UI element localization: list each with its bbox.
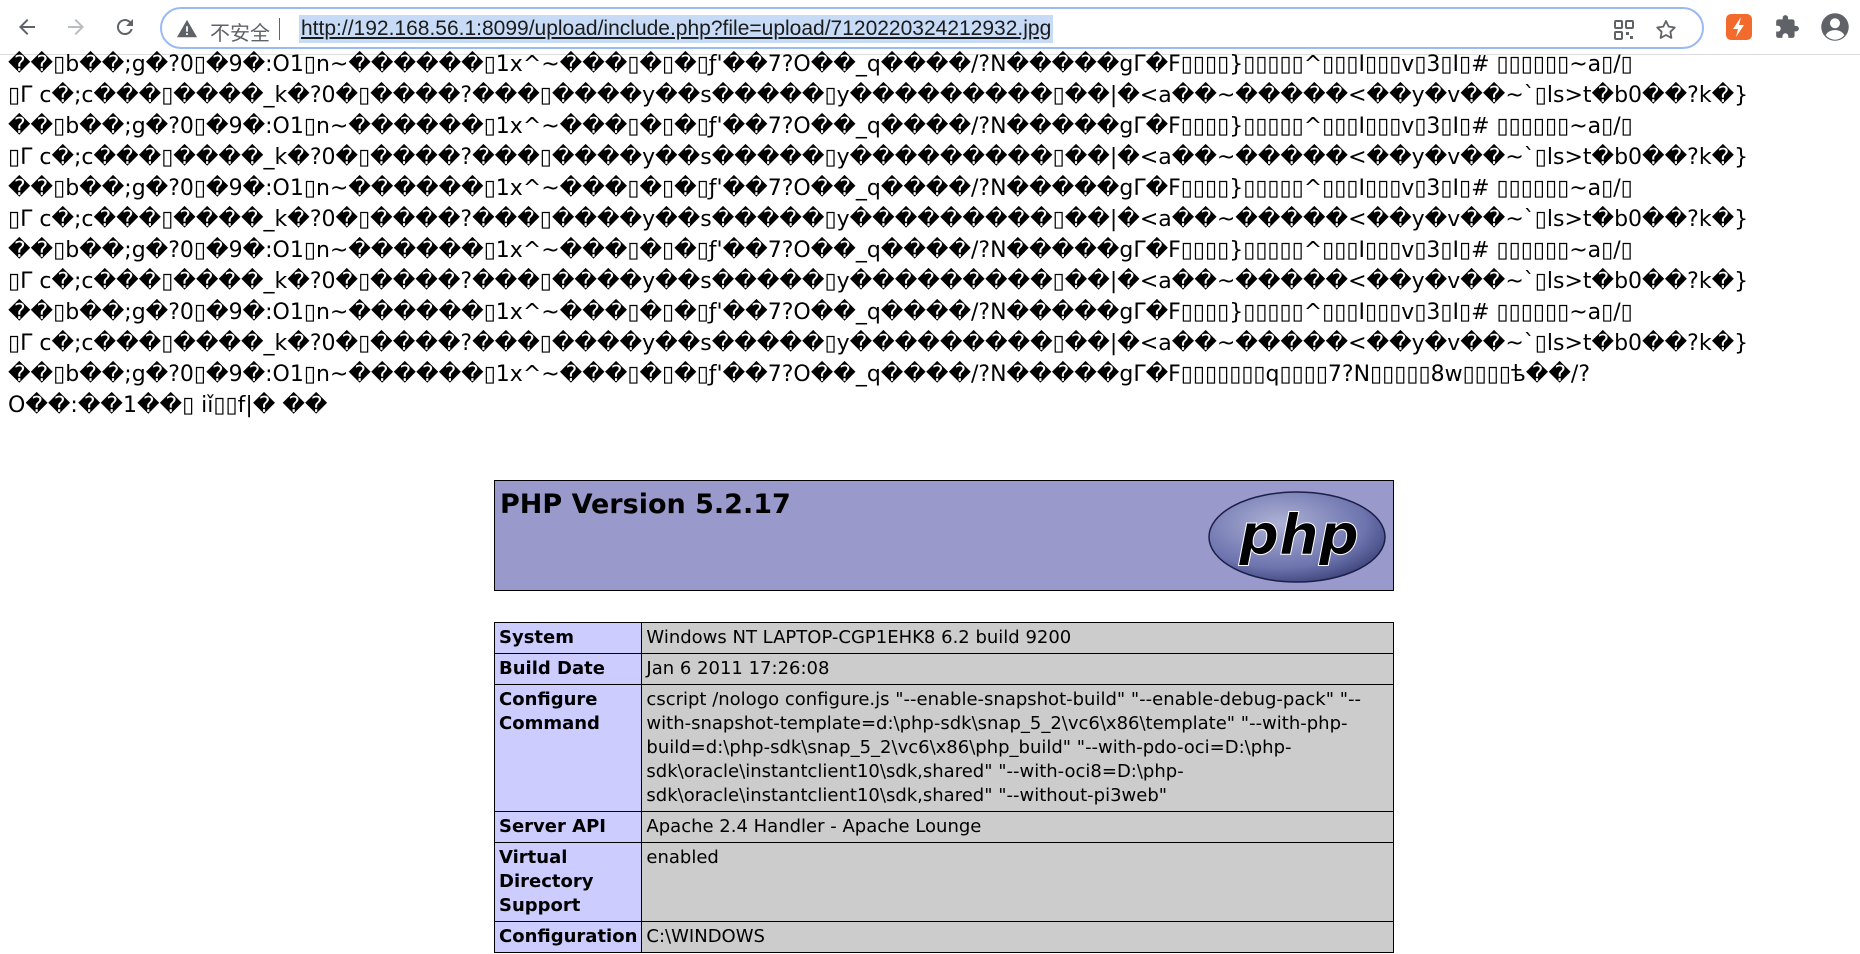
- star-icon[interactable]: [1654, 18, 1678, 42]
- row-key: Virtual Directory Support: [493, 842, 643, 922]
- row-value: enabled: [641, 842, 1394, 922]
- garbage-line: ▯Γ c�;c���▯����_k�?0�▯����?���▯����y��s�…: [8, 269, 1749, 294]
- php-logo[interactable]: php: [1207, 490, 1387, 584]
- browser-toolbar: 不安全 http://192.168.56.1:8099/upload/incl…: [0, 0, 1860, 55]
- row-value: cscript /nologo configure.js "--enable-s…: [641, 684, 1394, 812]
- garbage-line: O��:��1��▯ iǐ▯▯f|� ��: [8, 393, 328, 418]
- forward-button[interactable]: [57, 8, 95, 46]
- garbage-line: ▯Γ c�;c���▯����_k�?0�▯����?���▯����y��s�…: [8, 207, 1749, 232]
- php-logo-text: php: [1238, 503, 1359, 568]
- back-button[interactable]: [8, 8, 46, 46]
- back-icon: [19, 19, 35, 35]
- phpinfo-table: System Windows NT LAPTOP-CGP1EHK8 6.2 bu…: [493, 622, 1394, 953]
- garbage-line: ��▯b��;g�?0▯�9�:O1▯n~������▯1x^~���▯�▯�▯…: [8, 238, 1633, 263]
- row-value: Apache 2.4 Handler - Apache Lounge: [641, 811, 1394, 843]
- garbage-line: ��▯b��;g�?0▯�9�:O1▯n~������▯1x^~���▯�▯�▯…: [8, 114, 1633, 139]
- puzzle-icon[interactable]: [1774, 14, 1800, 40]
- row-value: Jan 6 2011 17:26:08: [641, 653, 1394, 685]
- garbage-line: ��▯b��;g�?0▯�9�:O1▯n~������▯1x^~���▯�▯�▯…: [8, 176, 1633, 201]
- forward-icon: [68, 19, 84, 35]
- omnibox-separator: [279, 18, 280, 40]
- php-version-title: PHP Version 5.2.17: [500, 489, 791, 520]
- raw-binary-output: ��▯b��;g�?0▯�9�:O1▯n~������▯1x^~���▯�▯�▯…: [8, 49, 1858, 479]
- row-value: Windows NT LAPTOP-CGP1EHK8 6.2 build 920…: [641, 622, 1394, 654]
- garbage-line: ▯Γ c�;c���▯����_k�?0�▯����?���▯����y��s�…: [8, 331, 1749, 356]
- row-value: C:\WINDOWS: [641, 921, 1394, 953]
- row-key: Configuration: [493, 921, 643, 953]
- garbage-line: ▯Γ c�;c���▯����_k�?0�▯����?���▯����y��s�…: [8, 145, 1749, 170]
- table-row: Configure Command cscript /nologo config…: [493, 684, 1394, 812]
- reload-button[interactable]: [106, 8, 144, 46]
- table-row: Configuration C:\WINDOWS: [493, 921, 1394, 953]
- table-row: Virtual Directory Support enabled: [493, 842, 1394, 922]
- insecure-label[interactable]: 不安全: [210, 17, 270, 46]
- extension-flash-icon[interactable]: [1726, 14, 1752, 40]
- row-key: Build Date: [493, 653, 643, 685]
- account-icon[interactable]: [1820, 12, 1850, 42]
- address-bar[interactable]: 不安全 http://192.168.56.1:8099/upload/incl…: [160, 7, 1704, 49]
- phpinfo-header: PHP Version 5.2.17 php: [494, 480, 1394, 591]
- warning-icon[interactable]: [176, 18, 198, 40]
- reload-icon: [116, 19, 133, 36]
- table-row: Build Date Jan 6 2011 17:26:08: [493, 653, 1394, 685]
- row-key: System: [493, 622, 643, 654]
- row-key: Server API: [493, 811, 643, 843]
- row-key: Configure Command: [493, 684, 643, 812]
- table-row: Server API Apache 2.4 Handler - Apache L…: [493, 811, 1394, 843]
- garbage-line: ��▯b��;g�?0▯�9�:O1▯n~������▯1x^~���▯�▯�▯…: [8, 52, 1633, 77]
- qr-icon[interactable]: [1612, 18, 1636, 42]
- url-text[interactable]: http://192.168.56.1:8099/upload/include.…: [299, 15, 1054, 43]
- garbage-line: ▯Γ c�;c���▯����_k�?0�▯����?���▯����y��s�…: [8, 83, 1749, 108]
- garbage-line: ��▯b��;g�?0▯�9�:O1▯n~������▯1x^~���▯�▯�▯…: [8, 362, 1590, 387]
- table-row: System Windows NT LAPTOP-CGP1EHK8 6.2 bu…: [493, 622, 1394, 654]
- garbage-line: ��▯b��;g�?0▯�9�:O1▯n~������▯1x^~���▯�▯�▯…: [8, 300, 1633, 325]
